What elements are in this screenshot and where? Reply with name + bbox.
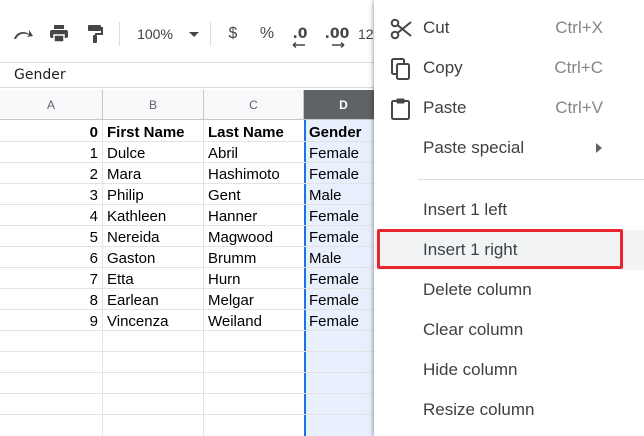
scissors-icon bbox=[390, 18, 412, 40]
menu-item-copy[interactable]: Copy Ctrl+C bbox=[374, 48, 644, 88]
decrease-decimal-label: .0 bbox=[292, 26, 308, 42]
table-cell[interactable]: Nereida bbox=[107, 227, 201, 248]
cell-d1[interactable]: Gender bbox=[309, 122, 373, 143]
table-cell[interactable]: 2 bbox=[2, 164, 98, 185]
table-cell[interactable]: 8 bbox=[2, 290, 98, 311]
table-cell[interactable]: Abril bbox=[208, 143, 302, 164]
table-cell[interactable]: Philip bbox=[107, 185, 201, 206]
column-header-d[interactable]: D bbox=[304, 90, 384, 120]
table-cell[interactable]: Female bbox=[309, 206, 373, 227]
table-cell[interactable]: Hurn bbox=[208, 269, 302, 290]
table-cell[interactable]: Brumm bbox=[208, 248, 302, 269]
table-cell[interactable]: 1 bbox=[2, 143, 98, 164]
table-cell[interactable]: Etta bbox=[107, 269, 201, 290]
menu-item-paste-special[interactable]: Paste special bbox=[374, 128, 644, 168]
redo-icon[interactable] bbox=[10, 22, 36, 46]
zoom-dropdown-icon[interactable] bbox=[189, 32, 199, 37]
arrow-right-icon bbox=[332, 42, 345, 48]
menu-item-label: Paste special bbox=[423, 138, 525, 157]
percent-format-button[interactable]: % bbox=[256, 22, 278, 46]
grid-line bbox=[102, 120, 103, 436]
menu-item-label: Copy bbox=[423, 58, 463, 77]
menu-item-cut[interactable]: Cut Ctrl+X bbox=[374, 8, 644, 48]
grid-line bbox=[203, 120, 204, 436]
menu-item-resize-column[interactable]: Resize column bbox=[374, 390, 644, 430]
cell-a1[interactable]: 0 bbox=[2, 122, 98, 143]
increase-decimal-label: .00 bbox=[324, 26, 350, 42]
menu-item-hide-column[interactable]: Hide column bbox=[374, 350, 644, 390]
table-cell[interactable]: Gaston bbox=[107, 248, 201, 269]
table-cell[interactable]: Earlean bbox=[107, 290, 201, 311]
table-cell[interactable]: Female bbox=[309, 227, 373, 248]
copy-icon bbox=[391, 58, 410, 80]
arrow-left-icon bbox=[292, 42, 305, 48]
menu-shortcut: Ctrl+X bbox=[555, 18, 603, 37]
print-icon[interactable] bbox=[46, 22, 72, 46]
table-cell[interactable]: 9 bbox=[2, 311, 98, 332]
menu-item-label: Delete column bbox=[423, 280, 532, 299]
menu-item-label: Insert 1 left bbox=[423, 200, 508, 219]
menu-shortcut: Ctrl+V bbox=[555, 98, 603, 117]
paint-format-icon[interactable] bbox=[82, 22, 108, 46]
table-cell[interactable]: 3 bbox=[2, 185, 98, 206]
context-menu: Cut Ctrl+X Copy Ctrl+C Paste Ctrl+V Past… bbox=[374, 0, 644, 436]
table-cell[interactable]: Female bbox=[309, 269, 373, 290]
table-cell[interactable]: Dulce bbox=[107, 143, 201, 164]
table-cell[interactable]: Vincenza bbox=[107, 311, 201, 332]
toolbar-divider bbox=[210, 22, 211, 46]
table-cell[interactable]: Male bbox=[309, 248, 373, 269]
cell-b1[interactable]: First Name bbox=[107, 122, 201, 143]
menu-item-label: Paste bbox=[423, 98, 467, 117]
table-cell[interactable]: Gent bbox=[208, 185, 302, 206]
table-cell[interactable]: Melgar bbox=[208, 290, 302, 311]
table-cell[interactable]: Mara bbox=[107, 164, 201, 185]
toolbar-divider bbox=[119, 22, 120, 46]
cell-c1[interactable]: Last Name bbox=[208, 122, 302, 143]
menu-item-label: Hide column bbox=[423, 360, 518, 379]
table-cell[interactable]: Female bbox=[309, 290, 373, 311]
table-cell[interactable]: Kathleen bbox=[107, 206, 201, 227]
menu-item-label: Clear column bbox=[423, 320, 524, 339]
menu-item-label: Cut bbox=[423, 18, 450, 37]
table-cell[interactable]: 5 bbox=[2, 227, 98, 248]
table-cell[interactable]: 7 bbox=[2, 269, 98, 290]
menu-item-clear-column[interactable]: Clear column bbox=[374, 310, 644, 350]
submenu-arrow-icon bbox=[596, 143, 602, 153]
table-cell[interactable]: 4 bbox=[2, 206, 98, 227]
column-header-a[interactable]: A bbox=[0, 90, 103, 120]
menu-item-insert-left[interactable]: Insert 1 left bbox=[374, 190, 644, 230]
table-cell[interactable]: Magwood bbox=[208, 227, 302, 248]
formula-bar-value[interactable]: Gender bbox=[14, 67, 66, 83]
table-cell[interactable]: Female bbox=[309, 164, 373, 185]
menu-divider bbox=[418, 179, 644, 180]
menu-item-paste[interactable]: Paste Ctrl+V bbox=[374, 88, 644, 128]
table-cell[interactable]: Hanner bbox=[208, 206, 302, 227]
column-header-b[interactable]: B bbox=[103, 90, 204, 120]
clipboard-icon bbox=[391, 98, 410, 120]
highlight-box bbox=[377, 229, 623, 269]
menu-item-delete-column[interactable]: Delete column bbox=[374, 270, 644, 310]
table-cell[interactable]: Weiland bbox=[208, 311, 302, 332]
table-cell[interactable]: Male bbox=[309, 185, 373, 206]
zoom-select[interactable]: 100% bbox=[132, 22, 178, 46]
table-cell[interactable]: 6 bbox=[2, 248, 98, 269]
currency-format-button[interactable]: $ bbox=[222, 22, 244, 46]
column-header-c[interactable]: C bbox=[204, 90, 304, 120]
menu-item-label: Resize column bbox=[423, 400, 535, 419]
table-cell[interactable]: Female bbox=[309, 143, 373, 164]
table-cell[interactable]: Female bbox=[309, 311, 373, 332]
menu-shortcut: Ctrl+C bbox=[554, 58, 603, 77]
table-cell[interactable]: Hashimoto bbox=[208, 164, 302, 185]
